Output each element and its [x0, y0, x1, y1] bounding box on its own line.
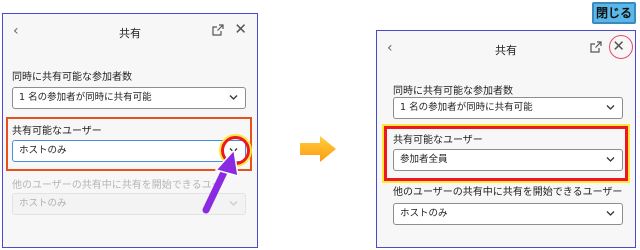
close-highlight-circle: [609, 35, 633, 59]
who-can-share-value: ホストのみ: [19, 145, 67, 156]
start-sharing-value: ホストのみ: [19, 198, 67, 209]
who-can-share-label: 共有可能なユーザー: [12, 126, 102, 137]
next-step-arrow-icon: [300, 136, 336, 162]
pointer-arrow-icon: [202, 148, 239, 214]
concurrent-sharing-label: 同時に共有可能な参加者数: [12, 72, 132, 83]
open-external-icon[interactable]: [211, 23, 225, 37]
chevron-down-icon: [229, 95, 238, 100]
close-icon[interactable]: ✕: [234, 22, 247, 37]
who-can-share-label: 共有可能なユーザー: [393, 135, 483, 146]
start-sharing-label: 他のユーザーの共有中に共有を開始できるユーザー: [393, 187, 623, 198]
chevron-down-icon: [606, 211, 615, 216]
who-can-share-value: 参加者全員: [400, 154, 448, 165]
start-sharing-value: ホストのみ: [400, 208, 448, 219]
panel-header: ‹ 共有 ✕: [3, 14, 257, 50]
start-sharing-label: 他のユーザーの共有中に共有を開始できるユー: [12, 180, 222, 191]
close-callout-label: 閉じる: [592, 2, 636, 24]
concurrent-sharing-label: 同時に共有可能な参加者数: [393, 86, 513, 97]
concurrent-sharing-value: 1 名の参加者が同時に共有可能: [400, 102, 533, 113]
who-can-share-select[interactable]: 参加者全員: [393, 149, 623, 171]
share-settings-panel-after: ‹ 共有 ✕ 同時に共有可能な参加者数 1 名の参加者が同時に共有可能 共有可能…: [376, 30, 636, 248]
start-sharing-select[interactable]: ホストのみ: [393, 203, 623, 225]
panel-header: ‹ 共有 ✕: [377, 31, 635, 67]
chevron-down-icon: [606, 157, 615, 162]
chevron-down-icon: [606, 105, 615, 110]
concurrent-sharing-select[interactable]: 1 名の参加者が同時に共有可能: [393, 97, 623, 119]
concurrent-sharing-select[interactable]: 1 名の参加者が同時に共有可能: [12, 87, 246, 109]
open-external-icon[interactable]: [589, 40, 603, 54]
concurrent-sharing-value: 1 名の参加者が同時に共有可能: [19, 92, 152, 103]
